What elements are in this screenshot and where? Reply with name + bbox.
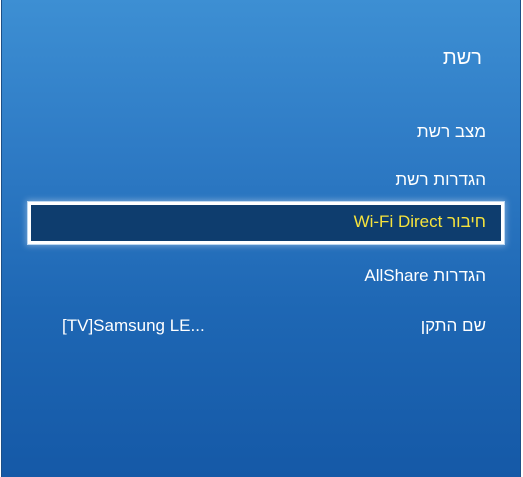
menu-item-label: מצב רשת [416, 122, 486, 141]
menu-item-network-settings[interactable]: הגדרות רשת [28, 160, 504, 198]
menu-item-label: שם התקן [420, 316, 486, 335]
menu-item-label: הגדרות AllShare [364, 266, 486, 285]
menu-item-allshare-settings[interactable]: הגדרות AllShare [28, 256, 504, 294]
menu-item-label: הגדרות רשת [395, 170, 486, 189]
menu-item-wifi-direct[interactable]: חיבור Wi-Fi Direct [28, 202, 504, 244]
network-menu-panel: רשת מצב רשת הגדרות רשת חיבור Wi-Fi Direc… [1, 0, 521, 477]
device-name-value: [TV]Samsung LE... [62, 316, 205, 335]
menu-item-label: חיבור Wi-Fi Direct [353, 212, 486, 231]
menu-item-network-status[interactable]: מצב רשת [28, 112, 504, 150]
menu-item-device-name[interactable]: שם התקן [TV]Samsung LE... [28, 306, 504, 344]
panel-title: רשת [442, 47, 482, 69]
